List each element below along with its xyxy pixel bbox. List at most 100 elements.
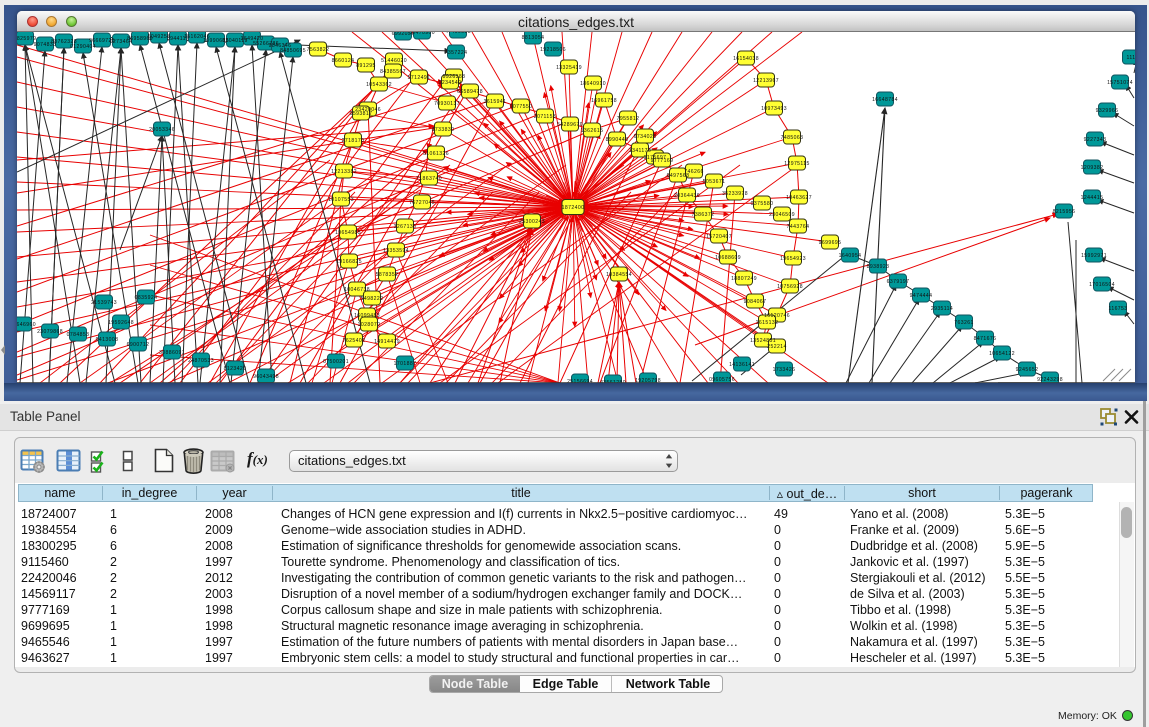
svg-text:8938923: 8938923 (867, 264, 890, 270)
svg-text:18807249: 18807249 (731, 276, 757, 282)
svg-text:16648784: 16648784 (872, 97, 898, 103)
svg-text:9245652: 9245652 (1016, 367, 1039, 373)
svg-text:59470900: 59470900 (409, 32, 435, 36)
svg-text:54289670: 54289670 (557, 122, 583, 128)
svg-text:8215956: 8215956 (1053, 209, 1076, 215)
svg-text:16099483: 16099483 (354, 313, 380, 319)
svg-text:84850695: 84850695 (280, 48, 306, 54)
svg-text:8660124: 8660124 (332, 58, 355, 64)
svg-text:21539743: 21539743 (91, 300, 117, 306)
svg-text:20364436: 20364436 (674, 193, 700, 199)
svg-text:9329966: 9329966 (1096, 108, 1119, 114)
svg-text:9777169: 9777169 (651, 158, 674, 164)
svg-text:14914479: 14914479 (374, 339, 400, 345)
svg-text:7625402: 7625402 (343, 338, 366, 344)
svg-text:10543362: 10543362 (366, 82, 392, 88)
svg-text:0784853: 0784853 (67, 332, 90, 338)
svg-text:96043498: 96043498 (253, 374, 279, 380)
svg-text:1640954: 1640954 (839, 253, 862, 259)
svg-text:9084067: 9084067 (744, 299, 767, 305)
svg-text:66589478: 66589478 (457, 89, 483, 95)
svg-text:51446020: 51446020 (381, 58, 407, 64)
svg-text:20053346: 20053346 (149, 127, 175, 133)
svg-text:7955812: 7955812 (617, 116, 640, 122)
svg-text:5053671: 5053671 (703, 179, 726, 185)
svg-text:35233978: 35233978 (722, 191, 748, 197)
svg-text:8733830: 8733830 (432, 127, 455, 133)
svg-text:0375580: 0375580 (751, 201, 774, 207)
svg-text:10046738: 10046738 (344, 287, 370, 293)
svg-text:1701887: 1701887 (394, 361, 417, 367)
svg-text:7357224: 7357224 (445, 50, 468, 56)
svg-text:1733426: 1733426 (773, 367, 796, 373)
svg-text:10756928: 10756928 (777, 284, 803, 290)
svg-text:7443764: 7443764 (787, 224, 810, 230)
svg-text:116753: 116753 (1108, 306, 1127, 312)
svg-text:9227343: 9227343 (1084, 137, 1107, 143)
svg-text:19218506: 19218506 (540, 47, 566, 53)
svg-text:23046509: 23046509 (769, 212, 795, 218)
svg-text:13353594: 13353594 (383, 248, 409, 254)
svg-text:24870533: 24870533 (188, 358, 214, 364)
svg-text:2718170: 2718170 (342, 138, 365, 144)
svg-text:10973493: 10973493 (761, 106, 787, 112)
svg-text:76727045: 76727045 (409, 200, 435, 206)
svg-text:19654923: 19654923 (780, 256, 806, 262)
svg-text:71863740: 71863740 (416, 176, 442, 182)
svg-text:763261: 763261 (954, 320, 973, 326)
svg-text:5878352: 5878352 (376, 272, 399, 278)
svg-text:07500201: 07500201 (323, 359, 349, 365)
svg-text:746266: 746266 (684, 169, 703, 175)
svg-text:111: 111 (1127, 55, 1135, 61)
svg-text:1209382: 1209382 (1081, 165, 1104, 171)
svg-text:16120746: 16120746 (764, 313, 790, 319)
svg-text:9077550: 9077550 (510, 104, 533, 110)
svg-text:12213382: 12213382 (331, 169, 357, 175)
svg-text:19654985: 19654985 (335, 230, 361, 236)
svg-text:8813054: 8813054 (522, 35, 545, 41)
svg-text:15992971: 15992971 (1081, 253, 1107, 259)
svg-text:30886091: 30886091 (159, 350, 185, 356)
svg-text:23079868: 23079868 (37, 329, 63, 335)
svg-text:01290404: 01290404 (70, 44, 96, 50)
svg-text:3615941: 3615941 (484, 99, 507, 105)
svg-text:25300243: 25300243 (519, 219, 545, 225)
svg-text:1244415: 1244415 (1081, 195, 1104, 201)
svg-text:8990448: 8990448 (606, 137, 629, 143)
svg-text:12213967: 12213967 (753, 78, 779, 84)
svg-text:9413008: 9413008 (96, 337, 119, 343)
svg-text:6734028: 6734028 (634, 134, 657, 140)
svg-text:3267130: 3267130 (394, 224, 417, 230)
svg-text:51061326: 51061326 (423, 151, 449, 157)
svg-text:47499525: 47499525 (445, 32, 471, 35)
svg-text:1341176: 1341176 (629, 148, 651, 154)
svg-text:16961758: 16961758 (591, 98, 617, 104)
svg-text:1362615: 1362615 (581, 128, 604, 134)
svg-text:10688609: 10688609 (715, 255, 741, 261)
svg-text:5712491: 5712491 (408, 75, 431, 81)
svg-text:15720407: 15720407 (706, 234, 732, 240)
svg-text:2935114: 2935114 (931, 306, 953, 312)
svg-text:6900712: 6900712 (127, 342, 150, 348)
svg-text:19384554: 19384554 (606, 272, 632, 278)
svg-text:9699695: 9699695 (819, 240, 842, 246)
svg-text:1028070: 1028070 (358, 322, 381, 328)
svg-text:2071153: 2071153 (534, 114, 556, 120)
svg-text:19592648: 19592648 (108, 320, 134, 326)
svg-text:252214: 252214 (767, 344, 786, 350)
svg-text:8123420: 8123420 (224, 366, 247, 372)
svg-text:891295: 891295 (356, 63, 375, 69)
svg-text:7485063: 7485063 (781, 135, 804, 141)
svg-text:12975115: 12975115 (784, 161, 810, 167)
svg-text:19463627: 19463627 (786, 195, 812, 201)
svg-text:9474444: 9474444 (910, 293, 933, 299)
svg-text:75646960: 75646960 (17, 322, 36, 328)
svg-text:16154038: 16154038 (733, 56, 759, 62)
svg-text:10107553: 10107553 (328, 197, 354, 203)
svg-text:13325419: 13325419 (556, 65, 582, 71)
svg-text:14136141: 14136141 (729, 362, 755, 368)
svg-text:19166825: 19166825 (336, 259, 362, 265)
svg-text:8471676: 8471676 (974, 336, 997, 342)
svg-text:5498222: 5498222 (361, 296, 384, 302)
svg-text:70930137: 70930137 (434, 101, 460, 107)
